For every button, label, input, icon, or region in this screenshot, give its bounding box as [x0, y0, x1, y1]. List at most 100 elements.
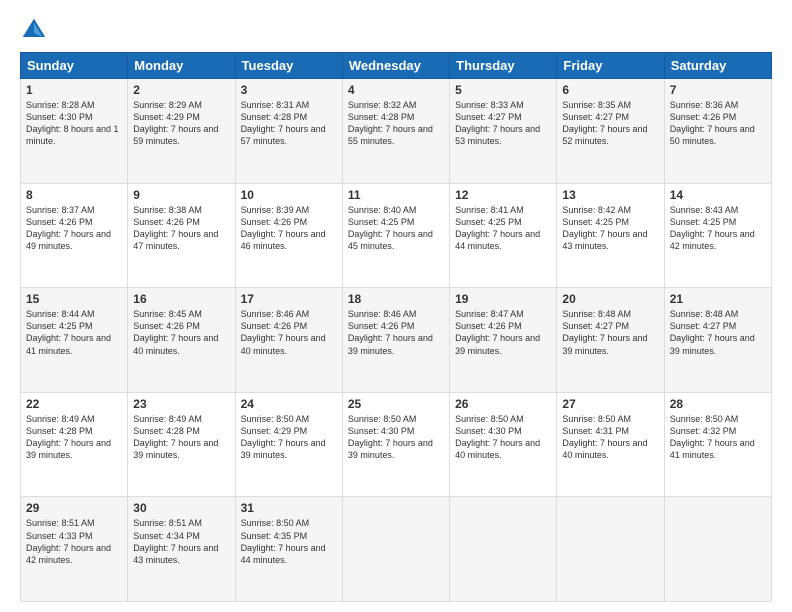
calendar-cell: 30Sunrise: 8:51 AMSunset: 4:34 PMDayligh… — [128, 497, 235, 602]
day-number: 1 — [26, 83, 122, 97]
calendar-header-row: SundayMondayTuesdayWednesdayThursdayFrid… — [21, 53, 772, 79]
calendar-cell: 15 Sunrise: 8:44 AMSunset: 4:25 PMDayligh… — [21, 288, 128, 393]
day-info: Sunrise: 8:41 AMSunset: 4:25 PMDaylight:… — [455, 204, 551, 253]
day-number: 27 — [562, 397, 658, 411]
page: SundayMondayTuesdayWednesdayThursdayFrid… — [0, 0, 792, 612]
day-info: Sunrise: 8:49 AMSunset: 4:28 PMDaylight:… — [133, 413, 229, 462]
day-number: 3 — [241, 83, 337, 97]
calendar-header-saturday: Saturday — [664, 53, 771, 79]
calendar-cell: 1 Sunrise: 8:28 AMSunset: 4:30 PMDaylight… — [21, 79, 128, 184]
day-number: 11 — [348, 188, 444, 202]
calendar-week-3: 15 Sunrise: 8:44 AMSunset: 4:25 PMDayligh… — [21, 288, 772, 393]
calendar-cell: 6Sunrise: 8:35 AMSunset: 4:27 PMDaylight… — [557, 79, 664, 184]
day-number: 28 — [670, 397, 766, 411]
calendar-cell: 13 Sunrise: 8:42 AMSunset: 4:25 PMDayligh… — [557, 183, 664, 288]
day-number: 15 — [26, 292, 122, 306]
calendar-cell: 22Sunrise: 8:49 AMSunset: 4:28 PMDayligh… — [21, 392, 128, 497]
calendar-cell: 8 Sunrise: 8:37 AMSunset: 4:26 PMDaylight… — [21, 183, 128, 288]
calendar-header-monday: Monday — [128, 53, 235, 79]
day-number: 23 — [133, 397, 229, 411]
day-number: 2 — [133, 83, 229, 97]
calendar-cell: 10 Sunrise: 8:39 AMSunset: 4:26 PMDayligh… — [235, 183, 342, 288]
day-number: 12 — [455, 188, 551, 202]
day-info: Sunrise: 8:50 AMSunset: 4:35 PMDaylight:… — [241, 517, 337, 566]
calendar-cell: 12 Sunrise: 8:41 AMSunset: 4:25 PMDayligh… — [450, 183, 557, 288]
calendar-cell: 31Sunrise: 8:50 AMSunset: 4:35 PMDayligh… — [235, 497, 342, 602]
day-info: Sunrise: 8:45 AMSunset: 4:26 PMDaylight:… — [133, 308, 229, 357]
calendar-header-thursday: Thursday — [450, 53, 557, 79]
calendar-cell: 19 Sunrise: 8:47 AMSunset: 4:26 PMDayligh… — [450, 288, 557, 393]
day-info: Sunrise: 8:39 AMSunset: 4:26 PMDaylight:… — [241, 204, 337, 253]
day-info: Sunrise: 8:32 AMSunset: 4:28 PMDaylight:… — [348, 99, 444, 148]
calendar-cell: 28 Sunrise: 8:50 AMSunset: 4:32 PMDayligh… — [664, 392, 771, 497]
day-info: Sunrise: 8:40 AMSunset: 4:25 PMDaylight:… — [348, 204, 444, 253]
day-number: 25 — [348, 397, 444, 411]
calendar-cell: 18 Sunrise: 8:46 AMSunset: 4:26 PMDayligh… — [342, 288, 449, 393]
calendar-cell: 23 Sunrise: 8:49 AMSunset: 4:28 PMDayligh… — [128, 392, 235, 497]
calendar-cell: 20 Sunrise: 8:48 AMSunset: 4:27 PMDayligh… — [557, 288, 664, 393]
day-info: Sunrise: 8:50 AMSunset: 4:32 PMDaylight:… — [670, 413, 766, 462]
day-number: 8 — [26, 188, 122, 202]
logo-icon — [20, 16, 48, 44]
calendar-week-5: 29 Sunrise: 8:51 AMSunset: 4:33 PMDayligh… — [21, 497, 772, 602]
calendar-week-2: 8 Sunrise: 8:37 AMSunset: 4:26 PMDaylight… — [21, 183, 772, 288]
day-info: Sunrise: 8:48 AMSunset: 4:27 PMDaylight:… — [670, 308, 766, 357]
calendar-cell: 5 Sunrise: 8:33 AMSunset: 4:27 PMDaylight… — [450, 79, 557, 184]
calendar-week-1: 1 Sunrise: 8:28 AMSunset: 4:30 PMDaylight… — [21, 79, 772, 184]
day-number: 18 — [348, 292, 444, 306]
day-info: Sunrise: 8:50 AMSunset: 4:29 PMDaylight:… — [241, 413, 337, 462]
day-info: Sunrise: 8:50 AMSunset: 4:30 PMDaylight:… — [348, 413, 444, 462]
day-info: Sunrise: 8:35 AMSunset: 4:27 PMDaylight:… — [562, 99, 658, 148]
header — [20, 16, 772, 44]
day-number: 9 — [133, 188, 229, 202]
day-info: Sunrise: 8:38 AMSunset: 4:26 PMDaylight:… — [133, 204, 229, 253]
calendar-cell: 16Sunrise: 8:45 AMSunset: 4:26 PMDayligh… — [128, 288, 235, 393]
calendar-cell: 17 Sunrise: 8:46 AMSunset: 4:26 PMDayligh… — [235, 288, 342, 393]
day-number: 10 — [241, 188, 337, 202]
day-info: Sunrise: 8:51 AMSunset: 4:33 PMDaylight:… — [26, 517, 122, 566]
calendar-cell — [664, 497, 771, 602]
calendar-header-wednesday: Wednesday — [342, 53, 449, 79]
day-info: Sunrise: 8:33 AMSunset: 4:27 PMDaylight:… — [455, 99, 551, 148]
day-number: 24 — [241, 397, 337, 411]
day-number: 14 — [670, 188, 766, 202]
day-info: Sunrise: 8:44 AMSunset: 4:25 PMDaylight:… — [26, 308, 122, 357]
day-number: 21 — [670, 292, 766, 306]
calendar-week-4: 22Sunrise: 8:49 AMSunset: 4:28 PMDayligh… — [21, 392, 772, 497]
day-info: Sunrise: 8:47 AMSunset: 4:26 PMDaylight:… — [455, 308, 551, 357]
day-info: Sunrise: 8:43 AMSunset: 4:25 PMDaylight:… — [670, 204, 766, 253]
day-info: Sunrise: 8:46 AMSunset: 4:26 PMDaylight:… — [241, 308, 337, 357]
calendar-cell: 7 Sunrise: 8:36 AMSunset: 4:26 PMDaylight… — [664, 79, 771, 184]
calendar-cell: 4Sunrise: 8:32 AMSunset: 4:28 PMDaylight… — [342, 79, 449, 184]
day-number: 5 — [455, 83, 551, 97]
day-info: Sunrise: 8:50 AMSunset: 4:31 PMDaylight:… — [562, 413, 658, 462]
day-info: Sunrise: 8:48 AMSunset: 4:27 PMDaylight:… — [562, 308, 658, 357]
calendar-header-friday: Friday — [557, 53, 664, 79]
day-number: 19 — [455, 292, 551, 306]
day-info: Sunrise: 8:36 AMSunset: 4:26 PMDaylight:… — [670, 99, 766, 148]
day-number: 13 — [562, 188, 658, 202]
calendar-cell: 29 Sunrise: 8:51 AMSunset: 4:33 PMDayligh… — [21, 497, 128, 602]
day-info: Sunrise: 8:42 AMSunset: 4:25 PMDaylight:… — [562, 204, 658, 253]
day-number: 30 — [133, 501, 229, 515]
day-info: Sunrise: 8:49 AMSunset: 4:28 PMDaylight:… — [26, 413, 122, 462]
day-info: Sunrise: 8:37 AMSunset: 4:26 PMDaylight:… — [26, 204, 122, 253]
logo — [20, 16, 52, 44]
calendar-cell — [557, 497, 664, 602]
calendar-cell: 26 Sunrise: 8:50 AMSunset: 4:30 PMDayligh… — [450, 392, 557, 497]
day-number: 7 — [670, 83, 766, 97]
calendar-cell: 21 Sunrise: 8:48 AMSunset: 4:27 PMDayligh… — [664, 288, 771, 393]
day-info: Sunrise: 8:29 AMSunset: 4:29 PMDaylight:… — [133, 99, 229, 148]
day-info: Sunrise: 8:31 AMSunset: 4:28 PMDaylight:… — [241, 99, 337, 148]
calendar-table: SundayMondayTuesdayWednesdayThursdayFrid… — [20, 52, 772, 602]
day-info: Sunrise: 8:50 AMSunset: 4:30 PMDaylight:… — [455, 413, 551, 462]
calendar-header-tuesday: Tuesday — [235, 53, 342, 79]
day-number: 29 — [26, 501, 122, 515]
day-number: 17 — [241, 292, 337, 306]
day-info: Sunrise: 8:46 AMSunset: 4:26 PMDaylight:… — [348, 308, 444, 357]
calendar-cell: 2 Sunrise: 8:29 AMSunset: 4:29 PMDaylight… — [128, 79, 235, 184]
day-number: 20 — [562, 292, 658, 306]
day-number: 26 — [455, 397, 551, 411]
calendar-cell: 25 Sunrise: 8:50 AMSunset: 4:30 PMDayligh… — [342, 392, 449, 497]
day-info: Sunrise: 8:28 AMSunset: 4:30 PMDaylight:… — [26, 99, 122, 148]
